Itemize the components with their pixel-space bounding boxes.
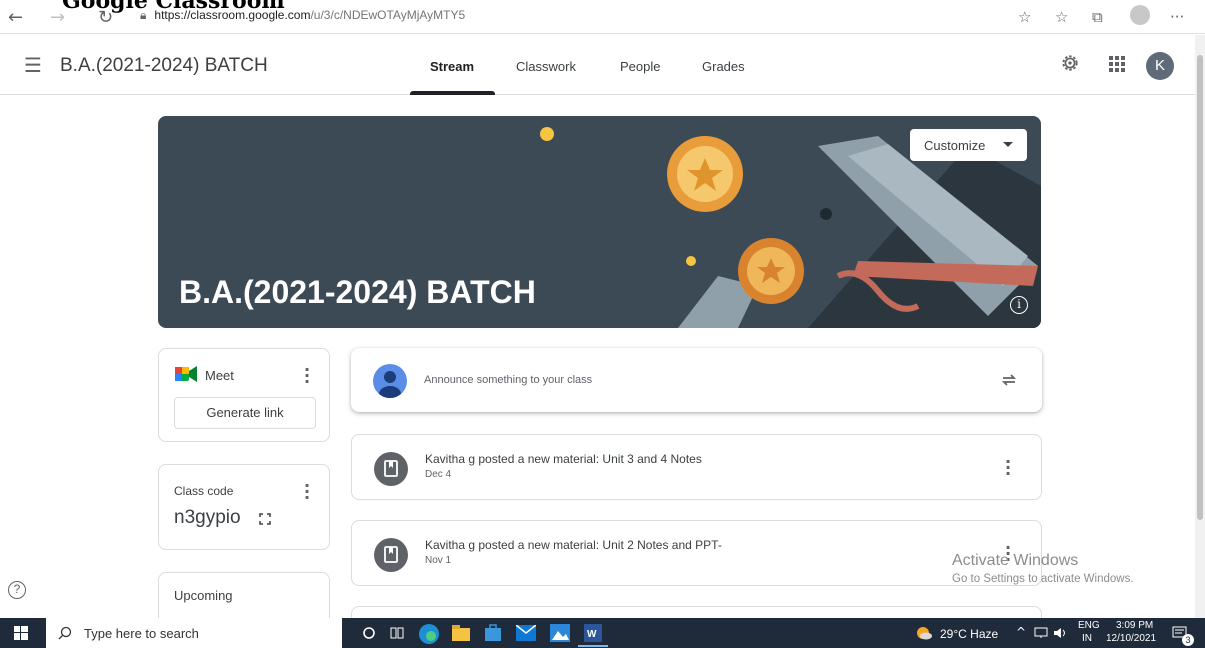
settings-icon[interactable] [1060, 53, 1080, 73]
active-app-underline [578, 645, 608, 647]
class-title[interactable]: B.A.(2021-2024) BATCH [60, 55, 268, 77]
favorite-add-icon[interactable]: ☆ [1018, 8, 1031, 26]
class-code-more-icon[interactable]: · · · [304, 478, 310, 506]
stream-post[interactable] [351, 606, 1042, 618]
material-icon [374, 452, 408, 486]
stream-post[interactable]: Kavitha g posted a new material: Unit 3 … [351, 434, 1042, 500]
tab-classwork[interactable]: Classwork [516, 59, 576, 74]
volume-icon[interactable] [1053, 627, 1067, 639]
meet-card: Meet · · · Generate link [158, 348, 330, 442]
tab-stream[interactable]: Stream [430, 59, 474, 74]
task-view-icon[interactable] [390, 626, 404, 640]
back-icon[interactable]: ← [8, 7, 23, 28]
taskbar-search[interactable]: Type here to search [46, 618, 342, 648]
windows-start-icon[interactable] [14, 626, 28, 640]
post-title[interactable]: Kavitha g posted a new material: Unit 3 … [425, 452, 702, 466]
language-bottom[interactable]: IN [1082, 633, 1092, 644]
post-date: Dec 4 [425, 469, 452, 480]
windows-taskbar: Type here to search W 29°C Haze ^ ENG IN… [0, 618, 1205, 648]
upcoming-label: Upcoming [174, 588, 233, 603]
favorites-icon[interactable]: ☆ [1055, 8, 1068, 26]
repost-icon[interactable] [999, 370, 1019, 390]
tab-people[interactable]: People [620, 59, 660, 74]
activate-windows-subtitle: Go to Settings to activate Windows. [952, 573, 1134, 585]
user-avatar [373, 364, 407, 398]
stream-post[interactable]: Kavitha g posted a new material: Unit 2 … [351, 520, 1042, 586]
url-path: /u/3/c/NDEwOTAyMjAyMTY5 [310, 8, 466, 22]
weather-icon [917, 627, 932, 640]
clock-time[interactable]: 3:09 PM [1116, 620, 1153, 631]
collections-icon[interactable]: ⧉ [1092, 8, 1103, 26]
material-icon [374, 538, 408, 572]
photos-icon[interactable] [550, 624, 570, 642]
overlay-title: Google Classroom [62, 0, 285, 14]
post-more-icon[interactable]: · · · [1005, 454, 1011, 482]
meet-label: Meet [205, 368, 234, 383]
info-icon[interactable]: i [1010, 296, 1028, 314]
fullscreen-icon[interactable] [259, 513, 271, 525]
taskbar-search-placeholder: Type here to search [84, 626, 199, 641]
tab-grades[interactable]: Grades [702, 59, 745, 74]
class-code-value: n3gypio [174, 507, 241, 528]
generate-link-button[interactable]: Generate link [174, 397, 316, 429]
svg-text:W: W [587, 629, 597, 640]
post-date: Nov 1 [425, 555, 452, 566]
customize-label: Customize [924, 138, 986, 153]
clock-date[interactable]: 12/10/2021 [1106, 633, 1156, 644]
hamburger-icon[interactable]: ☰ [24, 53, 42, 77]
weather-text[interactable]: 29°C Haze [940, 627, 998, 641]
scrollbar-thumb[interactable] [1197, 55, 1203, 520]
active-tab-indicator [410, 91, 495, 95]
apps-grid-icon[interactable] [1108, 55, 1126, 73]
word-icon[interactable]: W [584, 624, 602, 642]
account-avatar[interactable]: K [1146, 52, 1174, 80]
caret-down-icon [1003, 142, 1013, 147]
meet-icon [175, 366, 197, 382]
app-header: ☰ B.A.(2021-2024) BATCH Stream Classwork… [0, 35, 1195, 95]
network-icon[interactable] [1034, 627, 1048, 639]
file-explorer-icon[interactable] [452, 625, 470, 641]
customize-button[interactable]: Customize [910, 129, 1027, 161]
more-icon[interactable]: ··· [1170, 8, 1184, 26]
cortana-icon[interactable] [362, 626, 376, 640]
class-banner: B.A.(2021-2024) BATCH Customize i [158, 116, 1041, 328]
mail-icon[interactable] [516, 625, 536, 641]
class-code-card: Class code · · · n3gypio [158, 464, 330, 550]
help-icon[interactable]: ? [8, 581, 26, 599]
notification-badge: 3 [1182, 634, 1194, 646]
chevron-up-icon[interactable]: ^ [1016, 625, 1026, 639]
banner-title: B.A.(2021-2024) BATCH [179, 274, 536, 310]
store-icon[interactable] [484, 624, 502, 642]
edge-icon[interactable] [418, 623, 440, 645]
language-top[interactable]: ENG [1078, 620, 1100, 631]
announce-placeholder[interactable]: Announce something to your class [424, 374, 592, 386]
class-code-label: Class code [174, 484, 234, 498]
meet-more-icon[interactable]: · · · [304, 362, 310, 390]
profile-icon[interactable] [1130, 5, 1150, 25]
activate-windows-title: Activate Windows [952, 552, 1079, 569]
search-icon [58, 626, 72, 640]
post-title[interactable]: Kavitha g posted a new material: Unit 2 … [425, 538, 722, 552]
announce-box[interactable]: Announce something to your class [351, 348, 1042, 412]
